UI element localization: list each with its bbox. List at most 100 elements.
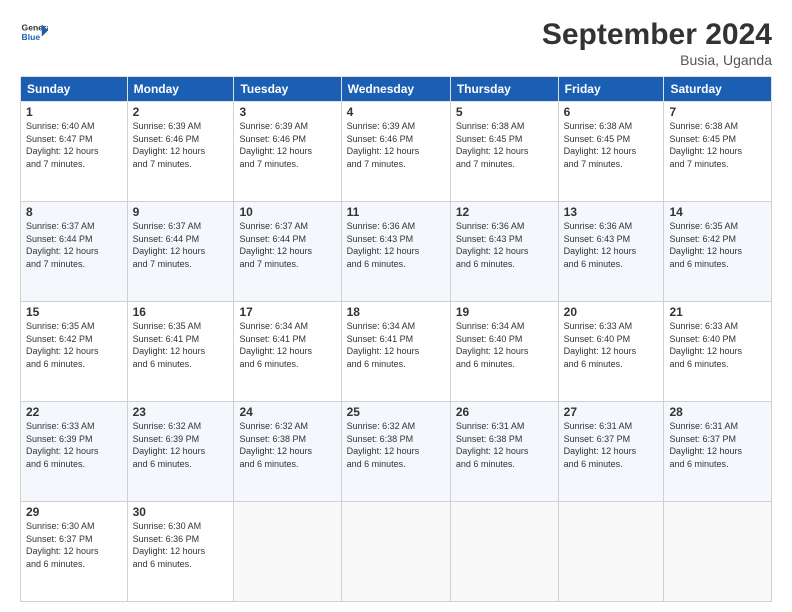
day-header-friday: Friday (558, 77, 664, 102)
calendar-cell: 14Sunrise: 6:35 AM Sunset: 6:42 PM Dayli… (664, 202, 772, 302)
header: General Blue September 2024 Busia, Ugand… (20, 18, 772, 68)
day-info: Sunrise: 6:32 AM Sunset: 6:38 PM Dayligh… (239, 420, 335, 470)
calendar-page: General Blue September 2024 Busia, Ugand… (0, 0, 792, 612)
day-number: 27 (564, 405, 659, 419)
week-row-4: 22Sunrise: 6:33 AM Sunset: 6:39 PM Dayli… (21, 402, 772, 502)
calendar-cell: 18Sunrise: 6:34 AM Sunset: 6:41 PM Dayli… (341, 302, 450, 402)
day-number: 24 (239, 405, 335, 419)
header-row: SundayMondayTuesdayWednesdayThursdayFrid… (21, 77, 772, 102)
svg-text:Blue: Blue (22, 32, 41, 42)
day-info: Sunrise: 6:33 AM Sunset: 6:40 PM Dayligh… (669, 320, 766, 370)
calendar-cell: 5Sunrise: 6:38 AM Sunset: 6:45 PM Daylig… (450, 102, 558, 202)
day-number: 19 (456, 305, 553, 319)
calendar-cell: 24Sunrise: 6:32 AM Sunset: 6:38 PM Dayli… (234, 402, 341, 502)
day-info: Sunrise: 6:39 AM Sunset: 6:46 PM Dayligh… (239, 120, 335, 170)
calendar-cell: 29Sunrise: 6:30 AM Sunset: 6:37 PM Dayli… (21, 502, 128, 602)
day-info: Sunrise: 6:36 AM Sunset: 6:43 PM Dayligh… (456, 220, 553, 270)
day-number: 10 (239, 205, 335, 219)
day-info: Sunrise: 6:36 AM Sunset: 6:43 PM Dayligh… (347, 220, 445, 270)
day-info: Sunrise: 6:32 AM Sunset: 6:38 PM Dayligh… (347, 420, 445, 470)
calendar-cell: 17Sunrise: 6:34 AM Sunset: 6:41 PM Dayli… (234, 302, 341, 402)
day-number: 30 (133, 505, 229, 519)
calendar-cell: 12Sunrise: 6:36 AM Sunset: 6:43 PM Dayli… (450, 202, 558, 302)
day-info: Sunrise: 6:35 AM Sunset: 6:42 PM Dayligh… (669, 220, 766, 270)
calendar-cell: 26Sunrise: 6:31 AM Sunset: 6:38 PM Dayli… (450, 402, 558, 502)
day-number: 22 (26, 405, 122, 419)
day-number: 15 (26, 305, 122, 319)
day-info: Sunrise: 6:36 AM Sunset: 6:43 PM Dayligh… (564, 220, 659, 270)
calendar-cell: 6Sunrise: 6:38 AM Sunset: 6:45 PM Daylig… (558, 102, 664, 202)
day-info: Sunrise: 6:38 AM Sunset: 6:45 PM Dayligh… (456, 120, 553, 170)
day-info: Sunrise: 6:31 AM Sunset: 6:37 PM Dayligh… (564, 420, 659, 470)
calendar-cell (450, 502, 558, 602)
calendar-cell: 1Sunrise: 6:40 AM Sunset: 6:47 PM Daylig… (21, 102, 128, 202)
day-header-sunday: Sunday (21, 77, 128, 102)
calendar-cell (341, 502, 450, 602)
calendar-table: SundayMondayTuesdayWednesdayThursdayFrid… (20, 76, 772, 602)
day-number: 12 (456, 205, 553, 219)
calendar-cell: 27Sunrise: 6:31 AM Sunset: 6:37 PM Dayli… (558, 402, 664, 502)
day-number: 16 (133, 305, 229, 319)
day-number: 8 (26, 205, 122, 219)
day-number: 29 (26, 505, 122, 519)
day-info: Sunrise: 6:39 AM Sunset: 6:46 PM Dayligh… (133, 120, 229, 170)
week-row-5: 29Sunrise: 6:30 AM Sunset: 6:37 PM Dayli… (21, 502, 772, 602)
calendar-cell: 15Sunrise: 6:35 AM Sunset: 6:42 PM Dayli… (21, 302, 128, 402)
day-number: 9 (133, 205, 229, 219)
day-number: 3 (239, 105, 335, 119)
calendar-cell (234, 502, 341, 602)
week-row-3: 15Sunrise: 6:35 AM Sunset: 6:42 PM Dayli… (21, 302, 772, 402)
day-number: 25 (347, 405, 445, 419)
day-info: Sunrise: 6:33 AM Sunset: 6:40 PM Dayligh… (564, 320, 659, 370)
day-number: 1 (26, 105, 122, 119)
day-info: Sunrise: 6:37 AM Sunset: 6:44 PM Dayligh… (26, 220, 122, 270)
title-block: September 2024 Busia, Uganda (542, 18, 772, 68)
day-info: Sunrise: 6:32 AM Sunset: 6:39 PM Dayligh… (133, 420, 229, 470)
calendar-cell: 10Sunrise: 6:37 AM Sunset: 6:44 PM Dayli… (234, 202, 341, 302)
week-row-2: 8Sunrise: 6:37 AM Sunset: 6:44 PM Daylig… (21, 202, 772, 302)
day-number: 23 (133, 405, 229, 419)
day-info: Sunrise: 6:30 AM Sunset: 6:36 PM Dayligh… (133, 520, 229, 570)
day-info: Sunrise: 6:34 AM Sunset: 6:40 PM Dayligh… (456, 320, 553, 370)
calendar-cell: 28Sunrise: 6:31 AM Sunset: 6:37 PM Dayli… (664, 402, 772, 502)
day-number: 6 (564, 105, 659, 119)
day-info: Sunrise: 6:31 AM Sunset: 6:38 PM Dayligh… (456, 420, 553, 470)
calendar-cell: 16Sunrise: 6:35 AM Sunset: 6:41 PM Dayli… (127, 302, 234, 402)
day-info: Sunrise: 6:30 AM Sunset: 6:37 PM Dayligh… (26, 520, 122, 570)
day-number: 4 (347, 105, 445, 119)
calendar-cell (664, 502, 772, 602)
calendar-cell: 8Sunrise: 6:37 AM Sunset: 6:44 PM Daylig… (21, 202, 128, 302)
month-title: September 2024 (542, 18, 772, 52)
day-number: 11 (347, 205, 445, 219)
day-header-thursday: Thursday (450, 77, 558, 102)
day-header-wednesday: Wednesday (341, 77, 450, 102)
logo-icon: General Blue (20, 18, 48, 46)
day-number: 18 (347, 305, 445, 319)
day-info: Sunrise: 6:38 AM Sunset: 6:45 PM Dayligh… (564, 120, 659, 170)
day-header-monday: Monday (127, 77, 234, 102)
day-number: 14 (669, 205, 766, 219)
calendar-cell: 30Sunrise: 6:30 AM Sunset: 6:36 PM Dayli… (127, 502, 234, 602)
week-row-1: 1Sunrise: 6:40 AM Sunset: 6:47 PM Daylig… (21, 102, 772, 202)
calendar-cell: 25Sunrise: 6:32 AM Sunset: 6:38 PM Dayli… (341, 402, 450, 502)
calendar-cell: 20Sunrise: 6:33 AM Sunset: 6:40 PM Dayli… (558, 302, 664, 402)
day-info: Sunrise: 6:31 AM Sunset: 6:37 PM Dayligh… (669, 420, 766, 470)
day-number: 13 (564, 205, 659, 219)
day-number: 7 (669, 105, 766, 119)
calendar-cell: 19Sunrise: 6:34 AM Sunset: 6:40 PM Dayli… (450, 302, 558, 402)
calendar-cell: 13Sunrise: 6:36 AM Sunset: 6:43 PM Dayli… (558, 202, 664, 302)
day-info: Sunrise: 6:37 AM Sunset: 6:44 PM Dayligh… (133, 220, 229, 270)
calendar-cell: 7Sunrise: 6:38 AM Sunset: 6:45 PM Daylig… (664, 102, 772, 202)
day-info: Sunrise: 6:40 AM Sunset: 6:47 PM Dayligh… (26, 120, 122, 170)
day-number: 26 (456, 405, 553, 419)
day-number: 28 (669, 405, 766, 419)
day-number: 20 (564, 305, 659, 319)
day-info: Sunrise: 6:37 AM Sunset: 6:44 PM Dayligh… (239, 220, 335, 270)
day-info: Sunrise: 6:35 AM Sunset: 6:41 PM Dayligh… (133, 320, 229, 370)
day-info: Sunrise: 6:35 AM Sunset: 6:42 PM Dayligh… (26, 320, 122, 370)
day-info: Sunrise: 6:34 AM Sunset: 6:41 PM Dayligh… (347, 320, 445, 370)
day-info: Sunrise: 6:33 AM Sunset: 6:39 PM Dayligh… (26, 420, 122, 470)
calendar-cell: 4Sunrise: 6:39 AM Sunset: 6:46 PM Daylig… (341, 102, 450, 202)
day-number: 21 (669, 305, 766, 319)
day-info: Sunrise: 6:34 AM Sunset: 6:41 PM Dayligh… (239, 320, 335, 370)
